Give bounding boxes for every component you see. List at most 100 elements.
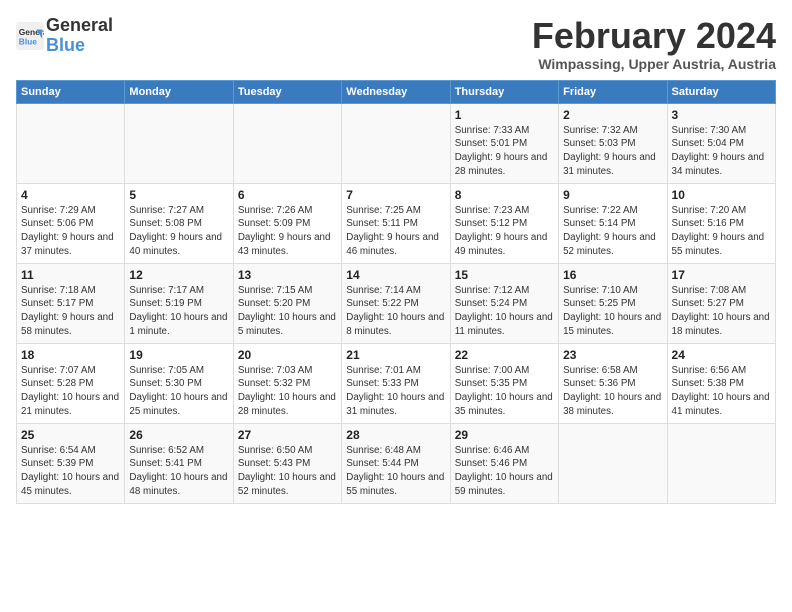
weekday-header-cell: Saturday <box>667 80 775 103</box>
day-info: Sunrise: 7:15 AM Sunset: 5:20 PM Dayligh… <box>238 284 337 339</box>
calendar-day-cell: 23Sunrise: 6:58 AM Sunset: 5:36 PM Dayli… <box>559 343 667 423</box>
weekday-header-cell: Wednesday <box>342 80 450 103</box>
day-number: 5 <box>129 188 228 202</box>
day-info: Sunrise: 7:10 AM Sunset: 5:25 PM Dayligh… <box>563 284 662 339</box>
day-number: 9 <box>563 188 662 202</box>
calendar-body: 1 Sunrise: 7:33 AM Sunset: 5:01 PM Daylig… <box>17 103 776 503</box>
day-info: Sunrise: 7:30 AM Sunset: 5:04 PM Dayligh… <box>672 124 771 179</box>
day-info: Sunrise: 7:07 AM Sunset: 5:28 PM Dayligh… <box>21 364 120 419</box>
day-number: 29 <box>455 428 554 442</box>
calendar-day-cell: 12Sunrise: 7:17 AM Sunset: 5:19 PM Dayli… <box>125 263 233 343</box>
day-info: Sunrise: 7:14 AM Sunset: 5:22 PM Dayligh… <box>346 284 445 339</box>
calendar-day-cell <box>667 423 775 503</box>
title-block: February 2024 Wimpassing, Upper Austria,… <box>532 16 776 72</box>
day-number: 1 <box>455 108 554 122</box>
calendar-week-row: 11 Sunrise: 7:18 AM Sunset: 5:17 PM Dayli… <box>17 263 776 343</box>
calendar-day-cell <box>233 103 341 183</box>
calendar-day-cell: 27 Sunrise: 6:50 AM Sunset: 5:43 PM Dayli… <box>233 423 341 503</box>
calendar-day-cell: 8 Sunrise: 7:23 AM Sunset: 5:12 PM Daylig… <box>450 183 558 263</box>
day-info: Sunrise: 6:50 AM Sunset: 5:43 PM Dayligh… <box>238 444 337 499</box>
calendar-day-cell: 15 Sunrise: 7:12 AM Sunset: 5:24 PM Dayli… <box>450 263 558 343</box>
calendar-day-cell: 11 Sunrise: 7:18 AM Sunset: 5:17 PM Dayli… <box>17 263 125 343</box>
day-number: 7 <box>346 188 445 202</box>
day-number: 10 <box>672 188 771 202</box>
calendar-day-cell <box>342 103 450 183</box>
calendar-day-cell: 5 Sunrise: 7:27 AM Sunset: 5:08 PM Daylig… <box>125 183 233 263</box>
day-number: 3 <box>672 108 771 122</box>
calendar-day-cell: 10 Sunrise: 7:20 AM Sunset: 5:16 PM Dayli… <box>667 183 775 263</box>
header: General Blue General Blue February 2024 … <box>16 16 776 72</box>
calendar-day-cell: 18 Sunrise: 7:07 AM Sunset: 5:28 PM Dayli… <box>17 343 125 423</box>
day-number: 26 <box>129 428 228 442</box>
day-number: 27 <box>238 428 337 442</box>
calendar-day-cell: 24Sunrise: 6:56 AM Sunset: 5:38 PM Dayli… <box>667 343 775 423</box>
calendar-table: SundayMondayTuesdayWednesdayThursdayFrid… <box>16 80 776 504</box>
calendar-day-cell: 17 Sunrise: 7:08 AM Sunset: 5:27 PM Dayli… <box>667 263 775 343</box>
day-info: Sunrise: 7:01 AM Sunset: 5:33 PM Dayligh… <box>346 364 445 419</box>
calendar-day-cell: 16 Sunrise: 7:10 AM Sunset: 5:25 PM Dayli… <box>559 263 667 343</box>
day-number: 24 <box>672 348 771 362</box>
calendar-day-cell: 25 Sunrise: 6:54 AM Sunset: 5:39 PM Dayli… <box>17 423 125 503</box>
day-number: 11 <box>21 268 120 282</box>
svg-text:Blue: Blue <box>19 36 37 46</box>
day-info: Sunrise: 6:58 AM Sunset: 5:36 PM Dayligh… <box>563 364 662 419</box>
day-number: 22 <box>455 348 554 362</box>
weekday-header-cell: Tuesday <box>233 80 341 103</box>
logo-icon: General Blue <box>16 22 44 50</box>
day-number: 6 <box>238 188 337 202</box>
calendar-day-cell <box>17 103 125 183</box>
day-number: 13 <box>238 268 337 282</box>
calendar-day-cell: 29 Sunrise: 6:46 AM Sunset: 5:46 PM Dayli… <box>450 423 558 503</box>
calendar-day-cell: 26 Sunrise: 6:52 AM Sunset: 5:41 PM Dayli… <box>125 423 233 503</box>
weekday-header: SundayMondayTuesdayWednesdayThursdayFrid… <box>17 80 776 103</box>
day-number: 17 <box>672 268 771 282</box>
day-number: 16 <box>563 268 662 282</box>
calendar-week-row: 18 Sunrise: 7:07 AM Sunset: 5:28 PM Dayli… <box>17 343 776 423</box>
day-info: Sunrise: 7:27 AM Sunset: 5:08 PM Dayligh… <box>129 204 228 259</box>
calendar-day-cell: 21 Sunrise: 7:01 AM Sunset: 5:33 PM Dayli… <box>342 343 450 423</box>
day-number: 12 <box>129 268 228 282</box>
day-info: Sunrise: 6:52 AM Sunset: 5:41 PM Dayligh… <box>129 444 228 499</box>
day-number: 8 <box>455 188 554 202</box>
day-number: 14 <box>346 268 445 282</box>
day-info: Sunrise: 7:33 AM Sunset: 5:01 PM Dayligh… <box>455 124 554 179</box>
day-info: Sunrise: 7:03 AM Sunset: 5:32 PM Dayligh… <box>238 364 337 419</box>
calendar-day-cell: 4 Sunrise: 7:29 AM Sunset: 5:06 PM Daylig… <box>17 183 125 263</box>
day-info: Sunrise: 7:08 AM Sunset: 5:27 PM Dayligh… <box>672 284 771 339</box>
day-info: Sunrise: 7:00 AM Sunset: 5:35 PM Dayligh… <box>455 364 554 419</box>
day-number: 19 <box>129 348 228 362</box>
day-info: Sunrise: 7:23 AM Sunset: 5:12 PM Dayligh… <box>455 204 554 259</box>
weekday-header-cell: Thursday <box>450 80 558 103</box>
logo-text: General Blue <box>46 16 113 56</box>
day-info: Sunrise: 7:26 AM Sunset: 5:09 PM Dayligh… <box>238 204 337 259</box>
calendar-day-cell: 13 Sunrise: 7:15 AM Sunset: 5:20 PM Dayli… <box>233 263 341 343</box>
day-info: Sunrise: 7:05 AM Sunset: 5:30 PM Dayligh… <box>129 364 228 419</box>
day-info: Sunrise: 7:22 AM Sunset: 5:14 PM Dayligh… <box>563 204 662 259</box>
calendar-week-row: 25 Sunrise: 6:54 AM Sunset: 5:39 PM Dayli… <box>17 423 776 503</box>
day-info: Sunrise: 7:29 AM Sunset: 5:06 PM Dayligh… <box>21 204 120 259</box>
day-info: Sunrise: 7:18 AM Sunset: 5:17 PM Dayligh… <box>21 284 120 339</box>
weekday-header-cell: Monday <box>125 80 233 103</box>
calendar-day-cell: 14 Sunrise: 7:14 AM Sunset: 5:22 PM Dayli… <box>342 263 450 343</box>
day-number: 18 <box>21 348 120 362</box>
day-info: Sunrise: 7:32 AM Sunset: 5:03 PM Dayligh… <box>563 124 662 179</box>
day-number: 2 <box>563 108 662 122</box>
day-info: Sunrise: 6:48 AM Sunset: 5:44 PM Dayligh… <box>346 444 445 499</box>
calendar-day-cell: 7 Sunrise: 7:25 AM Sunset: 5:11 PM Daylig… <box>342 183 450 263</box>
day-number: 25 <box>21 428 120 442</box>
calendar-day-cell: 9 Sunrise: 7:22 AM Sunset: 5:14 PM Daylig… <box>559 183 667 263</box>
day-info: Sunrise: 6:46 AM Sunset: 5:46 PM Dayligh… <box>455 444 554 499</box>
calendar-day-cell: 19 Sunrise: 7:05 AM Sunset: 5:30 PM Dayli… <box>125 343 233 423</box>
day-number: 4 <box>21 188 120 202</box>
day-info: Sunrise: 7:25 AM Sunset: 5:11 PM Dayligh… <box>346 204 445 259</box>
location-subtitle: Wimpassing, Upper Austria, Austria <box>532 56 776 72</box>
day-info: Sunrise: 7:12 AM Sunset: 5:24 PM Dayligh… <box>455 284 554 339</box>
day-number: 21 <box>346 348 445 362</box>
day-number: 15 <box>455 268 554 282</box>
calendar-day-cell: 20Sunrise: 7:03 AM Sunset: 5:32 PM Dayli… <box>233 343 341 423</box>
day-info: Sunrise: 7:20 AM Sunset: 5:16 PM Dayligh… <box>672 204 771 259</box>
calendar-day-cell: 6 Sunrise: 7:26 AM Sunset: 5:09 PM Daylig… <box>233 183 341 263</box>
calendar-day-cell <box>559 423 667 503</box>
day-info: Sunrise: 6:54 AM Sunset: 5:39 PM Dayligh… <box>21 444 120 499</box>
calendar-week-row: 4 Sunrise: 7:29 AM Sunset: 5:06 PM Daylig… <box>17 183 776 263</box>
